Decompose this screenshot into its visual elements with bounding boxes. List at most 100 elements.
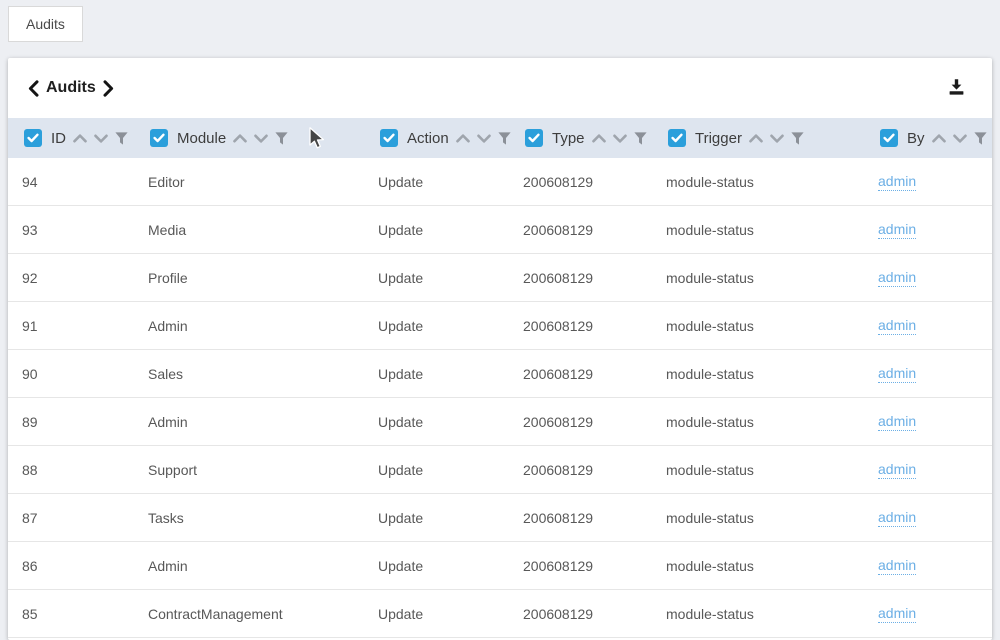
cell-id: 89 <box>8 398 134 445</box>
column-header-id: ID <box>8 118 134 158</box>
cell-action: Update <box>364 254 509 301</box>
cell-type: 200608129 <box>509 542 652 589</box>
cell-type: 200608129 <box>509 398 652 445</box>
by-link[interactable]: admin <box>878 173 916 191</box>
cell-by: admin <box>864 446 992 493</box>
cell-trigger: module-status <box>652 254 864 301</box>
table-row: 94EditorUpdate200608129module-statusadmi… <box>8 158 992 206</box>
by-link[interactable]: admin <box>878 413 916 431</box>
cell-trigger: module-status <box>652 542 864 589</box>
cell-trigger: module-status <box>652 494 864 541</box>
sort-desc-icon-trigger[interactable] <box>770 134 784 143</box>
sort-desc-icon-id[interactable] <box>94 134 108 143</box>
by-link[interactable]: admin <box>878 557 916 575</box>
by-link[interactable]: admin <box>878 269 916 287</box>
table-row: 86AdminUpdate200608129module-status admin <box>8 542 992 590</box>
sort-desc-icon-module[interactable] <box>254 134 268 143</box>
column-label-trigger[interactable]: Trigger <box>695 130 742 147</box>
by-link[interactable]: admin <box>878 365 916 383</box>
cell-action: Update <box>364 158 509 205</box>
cell-id: 90 <box>8 350 134 397</box>
column-checkbox-id[interactable] <box>24 129 42 147</box>
filter-icon-trigger[interactable] <box>791 132 804 145</box>
cell-by: admin <box>864 350 992 397</box>
cell-by: admin <box>864 494 992 541</box>
column-label-by[interactable]: By <box>907 130 925 147</box>
column-label-id[interactable]: ID <box>51 130 66 147</box>
cell-id: 92 <box>8 254 134 301</box>
by-link[interactable]: admin <box>878 509 916 527</box>
cell-module: Editor <box>134 158 364 205</box>
cell-module: Admin <box>134 302 364 349</box>
filter-icon-module[interactable] <box>275 132 288 145</box>
table-row: 88SupportUpdate200608129module-statusadm… <box>8 446 992 494</box>
column-label-module[interactable]: Module <box>177 130 226 147</box>
cell-type: 200608129 <box>509 590 652 637</box>
table-row: 89AdminUpdate200608129module-statusadmin <box>8 398 992 446</box>
table-header-row: ID Module Action Type Trigger By <box>8 118 992 158</box>
cell-action: Update <box>364 446 509 493</box>
column-header-by: By <box>864 118 992 158</box>
cell-type: 200608129 <box>509 254 652 301</box>
cell-action: Update <box>364 350 509 397</box>
cell-module: Tasks <box>134 494 364 541</box>
cell-trigger: module-status <box>652 302 864 349</box>
column-label-action[interactable]: Action <box>407 130 449 147</box>
cell-action: Update <box>364 398 509 445</box>
chevron-left-icon[interactable] <box>28 80 39 97</box>
filter-icon-id[interactable] <box>115 132 128 145</box>
sort-desc-icon-by[interactable] <box>953 134 967 143</box>
sort-asc-icon-by[interactable] <box>932 134 946 143</box>
sort-desc-icon-type[interactable] <box>613 134 627 143</box>
column-header-action: Action <box>364 118 509 158</box>
tab-audits[interactable]: Audits <box>8 6 83 42</box>
cell-id: 93 <box>8 206 134 253</box>
by-link[interactable]: admin <box>878 221 916 239</box>
by-link[interactable]: admin <box>878 605 916 623</box>
column-checkbox-by[interactable] <box>880 129 898 147</box>
column-checkbox-type[interactable] <box>525 129 543 147</box>
sort-asc-icon-action[interactable] <box>456 134 470 143</box>
sort-asc-icon-trigger[interactable] <box>749 134 763 143</box>
chevron-right-icon[interactable] <box>103 80 114 97</box>
table-row: 90SalesUpdate200608129module-statusadmin <box>8 350 992 398</box>
sort-asc-icon-type[interactable] <box>592 134 606 143</box>
filter-icon-type[interactable] <box>634 132 647 145</box>
cell-trigger: module-status <box>652 158 864 205</box>
cell-trigger: module-status <box>652 350 864 397</box>
cell-by: admin <box>864 542 992 589</box>
cell-id: 88 <box>8 446 134 493</box>
sort-asc-icon-id[interactable] <box>73 134 87 143</box>
table-row: 85ContractManagementUpdate200608129modul… <box>8 590 992 638</box>
cell-id: 85 <box>8 590 134 637</box>
cell-type: 200608129 <box>509 494 652 541</box>
sort-asc-icon-module[interactable] <box>233 134 247 143</box>
cell-action: Update <box>364 302 509 349</box>
table-row: 87TasksUpdate200608129module-statusadmin <box>8 494 992 542</box>
cell-by: admin <box>864 206 992 253</box>
table-row: 92ProfileUpdate200608129module-statusadm… <box>8 254 992 302</box>
cell-module: Admin <box>134 542 364 589</box>
table-row: 91AdminUpdate200608129module-statusadmin <box>8 302 992 350</box>
sort-desc-icon-action[interactable] <box>477 134 491 143</box>
breadcrumb: Audits <box>28 79 114 97</box>
cell-by: admin <box>864 398 992 445</box>
column-checkbox-action[interactable] <box>380 129 398 147</box>
by-link[interactable]: admin <box>878 461 916 479</box>
by-link[interactable]: admin <box>878 317 916 335</box>
cell-id: 86 <box>8 542 134 589</box>
card-header: Audits <box>8 58 992 118</box>
column-checkbox-module[interactable] <box>150 129 168 147</box>
cell-action: Update <box>364 494 509 541</box>
download-button[interactable] <box>943 74 970 103</box>
cell-trigger: module-status <box>652 590 864 637</box>
cell-by: admin <box>864 158 992 205</box>
column-header-trigger: Trigger <box>652 118 864 158</box>
cell-action: Update <box>364 542 509 589</box>
table-body: 94EditorUpdate200608129module-statusadmi… <box>8 158 992 638</box>
column-checkbox-trigger[interactable] <box>668 129 686 147</box>
cell-by: admin <box>864 302 992 349</box>
cell-id: 94 <box>8 158 134 205</box>
column-label-type[interactable]: Type <box>552 130 585 147</box>
filter-icon-by[interactable] <box>974 132 987 145</box>
